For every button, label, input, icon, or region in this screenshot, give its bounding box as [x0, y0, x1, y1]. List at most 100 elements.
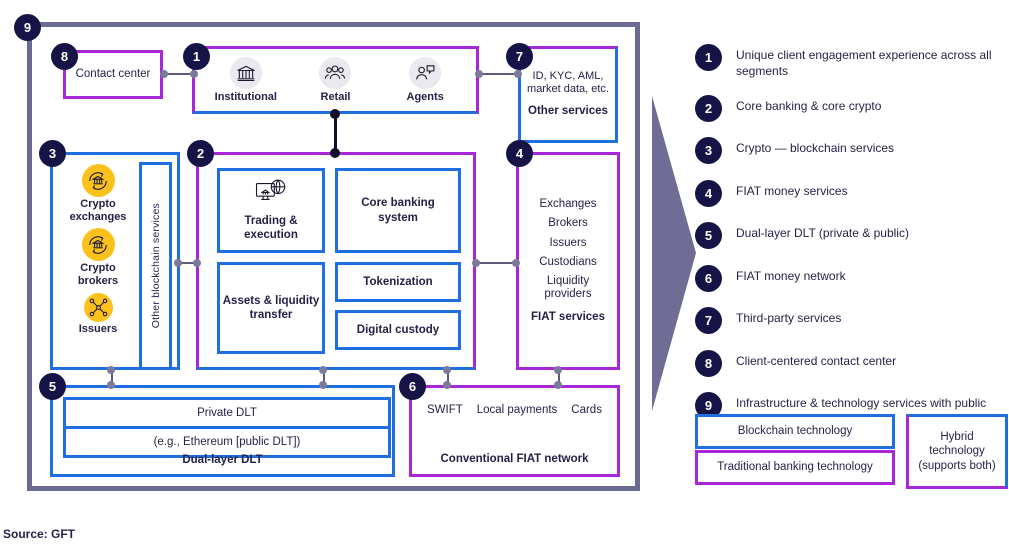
private-dlt-label: Private DLT [197, 407, 257, 419]
fiat-network-item: Cards [571, 404, 602, 416]
crypto-exchanges-item[interactable]: Crypto exchanges [59, 164, 137, 223]
key-traditional-banking-technology[interactable]: Traditional banking technology [695, 450, 895, 485]
persona-label: Retail [320, 91, 351, 103]
connector-dot-2-right [472, 259, 480, 267]
legend-badge: 5 [695, 222, 722, 250]
key-traditional-label: Traditional banking technology [717, 461, 873, 474]
box-client-engagement[interactable]: Institutional Retail Agents [192, 46, 479, 114]
persona-agents[interactable]: Agents [383, 57, 467, 103]
key-blockchain-technology[interactable]: Blockchain technology [695, 414, 895, 449]
badge-7[interactable]: 7 [506, 43, 533, 70]
connector-line-2-4 [478, 262, 516, 264]
fiat-services-footer: FIAT services [531, 310, 605, 323]
key-hybrid-technology[interactable]: Hybrid technology (supports both) [906, 414, 1008, 489]
legend-text: Core banking & core crypto [736, 98, 882, 113]
fiat-service-item: Brokers [548, 217, 588, 230]
key-hybrid-label: Hybrid technology (supports both) [918, 431, 996, 472]
trading-execution-box[interactable]: Trading & execution [217, 168, 325, 253]
flow-arrow-icon [652, 96, 696, 411]
connector-dot-3-bottom [107, 366, 115, 374]
legend-item[interactable]: 8 Client-centered contact center [695, 349, 995, 377]
fiat-network-item: Local payments [476, 404, 558, 416]
digital-custody-label: Digital custody [356, 323, 440, 336]
public-dlt-label: (e.g., Ethereum [public DLT]) [153, 436, 301, 448]
assets-liquidity-box[interactable]: Assets & liquidity transfer [217, 262, 325, 354]
legend-badge: 4 [695, 179, 722, 207]
badge-1[interactable]: 1 [183, 43, 210, 70]
legend-badge: 6 [695, 264, 722, 292]
legend-item[interactable]: 3 Crypto — blockchain services [695, 137, 995, 165]
fiat-network-item: SWIFT [426, 404, 463, 416]
legend-item[interactable]: 5 Dual-layer DLT (private & public) [695, 222, 995, 250]
fiat-service-item: Exchanges [539, 198, 597, 211]
core-banking-system-box[interactable]: Core banking system [335, 168, 461, 253]
connector-dot-8-right [160, 70, 168, 78]
crypto-brokers-item[interactable]: Crypto brokers [59, 228, 137, 287]
box-dual-layer-dlt[interactable]: Private DLT (e.g., Ethereum [public DLT]… [50, 385, 395, 477]
fiat-service-item: Custodians [539, 255, 597, 268]
legend-badge: 1 [695, 44, 722, 71]
trading-execution-label: Trading & execution [244, 214, 298, 242]
digital-custody-box[interactable]: Digital custody [335, 310, 461, 350]
badge-6[interactable]: 6 [399, 373, 426, 400]
connector-dot-5-top-left [107, 381, 115, 389]
tokenization-box[interactable]: Tokenization [335, 262, 461, 302]
issuers-item[interactable]: Issuers [79, 292, 117, 336]
people-group-icon [319, 57, 352, 89]
connector-dot-4-bottom [554, 366, 562, 374]
private-dlt-row[interactable]: Private DLT [63, 397, 391, 429]
connector-dot-1-left [190, 70, 198, 78]
source-caption: Source: GFT [3, 527, 76, 541]
legend-item[interactable]: 7 Third-party services [695, 307, 995, 335]
fiat-service-item: Issuers [549, 236, 587, 249]
box-crypto-blockchain-services[interactable]: Crypto exchanges Crypto brokers Issuers … [50, 152, 180, 370]
legend-text: Dual-layer DLT (private & public) [736, 226, 909, 241]
connector-dot-1-right [475, 70, 483, 78]
legend-item[interactable]: 6 FIAT money network [695, 264, 995, 292]
issuer-network-icon [83, 292, 113, 322]
badge-8[interactable]: 8 [51, 43, 78, 70]
legend-list: 1 Unique client engagement experience ac… [695, 44, 995, 443]
legend-item[interactable]: 4 FIAT money services [695, 179, 995, 207]
monitor-globe-icon [254, 178, 288, 210]
connector-dot-5-top-right [319, 381, 327, 389]
tokenization-label: Tokenization [363, 275, 433, 288]
connector-dot-4-left [512, 259, 520, 267]
crypto-broker-icon [81, 228, 115, 262]
connector-dot-2-left [193, 259, 201, 267]
contact-center-label: Contact center [75, 68, 151, 81]
badge-2[interactable]: 2 [187, 140, 214, 167]
badge-9[interactable]: 9 [14, 14, 41, 41]
legend-badge: 8 [695, 349, 722, 377]
connector-dot-1-bottom [330, 109, 340, 119]
persona-retail[interactable]: Retail [293, 57, 377, 103]
box-third-party-services[interactable]: ID, KYC, AML, market data, etc. Other se… [518, 46, 618, 143]
box-conventional-fiat-network[interactable]: SWIFT Local payments Cards Conventional … [409, 385, 620, 477]
bank-icon [229, 57, 262, 89]
legend-text: FIAT money services [736, 183, 848, 198]
person-speech-bubble-icon [409, 57, 442, 89]
connector-dot-3-right [174, 259, 182, 267]
legend-item[interactable]: 1 Unique client engagement experience ac… [695, 44, 995, 79]
legend-text: Crypto — blockchain services [736, 141, 895, 156]
other-blockchain-services-label: Other blockchain services [149, 203, 162, 329]
box-fiat-money-services[interactable]: Exchanges Brokers Issuers Custodians Liq… [516, 152, 620, 370]
legend-item[interactable]: 2 Core banking & core crypto [695, 94, 995, 122]
badge-4[interactable]: 4 [506, 140, 533, 167]
persona-institutional[interactable]: Institutional [204, 57, 288, 103]
conventional-fiat-footer: Conventional FIAT network [440, 453, 589, 465]
legend-text: Third-party services [736, 311, 842, 326]
legend-text: FIAT money network [736, 268, 846, 283]
badge-3[interactable]: 3 [39, 140, 66, 167]
box-core-banking-crypto[interactable]: Trading & execution Assets & liquidity t… [196, 152, 476, 370]
third-party-footer: Other services [528, 105, 608, 118]
badge-5[interactable]: 5 [39, 373, 66, 400]
legend-text: Client-centered contact center [736, 353, 897, 368]
box-contact-center[interactable]: Contact center [63, 50, 163, 99]
other-blockchain-services-box[interactable]: Other blockchain services [139, 162, 172, 370]
core-banking-system-label: Core banking system [361, 197, 435, 224]
dual-layer-dlt-footer: Dual-layer DLT [182, 454, 263, 466]
third-party-detail: ID, KYC, AML, market data, etc. [527, 69, 609, 96]
connector-dot-6-top-right [554, 381, 562, 389]
crypto-item-label: Crypto brokers [77, 262, 119, 287]
